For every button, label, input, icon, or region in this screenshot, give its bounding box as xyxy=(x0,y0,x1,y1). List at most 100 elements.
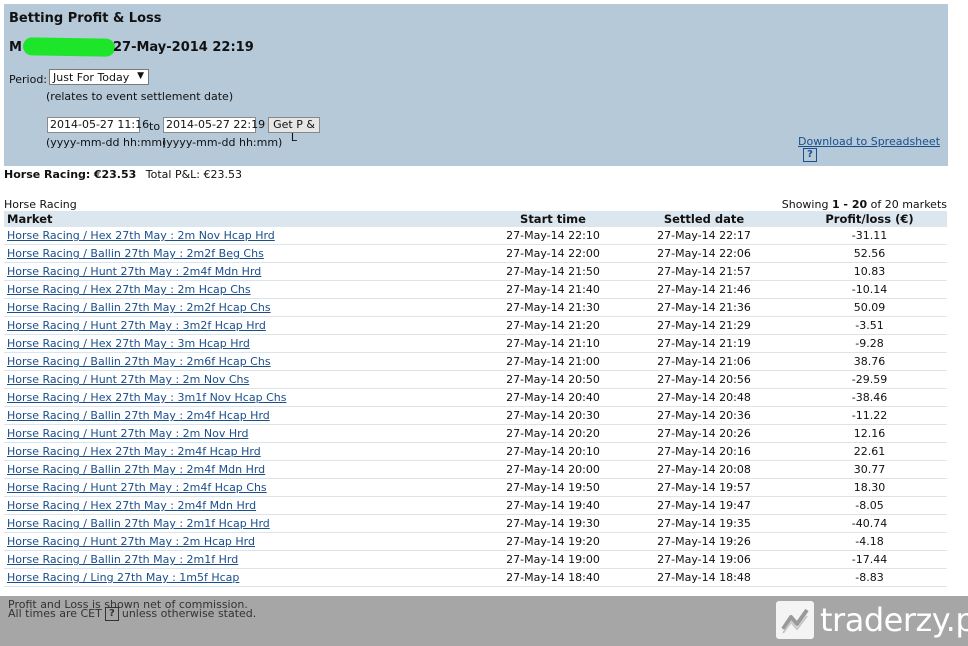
market-link[interactable]: Horse Racing / Hex 27th May : 2m Nov Hca… xyxy=(7,229,275,242)
market-link[interactable]: Horse Racing / Ballin 27th May : 2m2f Be… xyxy=(7,247,264,260)
market-cell: Horse Racing / Ballin 27th May : 2m4f Hc… xyxy=(4,406,490,425)
start-time-cell: 27-May-14 20:10 xyxy=(490,442,616,461)
profit-loss-cell: 30.77 xyxy=(792,460,947,479)
table-row: Horse Racing / Hex 27th May : 3m Hcap Hr… xyxy=(4,334,947,353)
profit-loss-cell: -10.14 xyxy=(792,280,947,299)
start-time-cell: 27-May-14 21:20 xyxy=(490,316,616,335)
profit-loss-cell: 10.83 xyxy=(792,262,947,281)
market-cell: Horse Racing / Hex 27th May : 2m Nov Hca… xyxy=(4,227,490,245)
table-row: Horse Racing / Hunt 27th May : 2m Nov Hr… xyxy=(4,424,947,443)
table-row: Horse Racing / Ballin 27th May : 2m4f Md… xyxy=(4,460,947,479)
market-cell: Horse Racing / Hunt 27th May : 2m Nov Ch… xyxy=(4,370,490,389)
column-header-market: Market xyxy=(4,211,490,227)
market-cell: Horse Racing / Ballin 27th May : 2m6f Hc… xyxy=(4,352,490,371)
pl-header-panel: Betting Profit & Loss M 27-May-2014 22:1… xyxy=(4,4,948,166)
table-row: Horse Racing / Ballin 27th May : 2m2f Be… xyxy=(4,244,947,263)
section-title: Horse Racing xyxy=(4,198,77,211)
help-icon[interactable]: ? xyxy=(803,148,817,162)
date-from-input[interactable]: 2014-05-27 11:16 xyxy=(47,117,149,133)
market-cell: Horse Racing / Ballin 27th May : 2m1f Hc… xyxy=(4,514,490,533)
market-link[interactable]: Horse Racing / Hex 27th May : 2m4f Mdn H… xyxy=(7,499,256,512)
sport-pl-label: Horse Racing: xyxy=(4,168,91,181)
market-link[interactable]: Horse Racing / Ballin 27th May : 2m4f Hc… xyxy=(7,409,270,422)
table-row: Horse Racing / Ling 27th May : 1m5f Hcap… xyxy=(4,568,947,587)
profit-loss-cell: 12.16 xyxy=(792,424,947,443)
market-cell: Horse Racing / Hunt 27th May : 2m4f Mdn … xyxy=(4,262,490,281)
start-time-cell: 27-May-14 21:30 xyxy=(490,298,616,317)
account-timestamp: 27-May-2014 22:19 xyxy=(113,40,254,55)
timezone-note: All times are CET? unless otherwise state… xyxy=(8,607,256,621)
column-header-settled-date: Settled date xyxy=(616,211,792,227)
table-row: Horse Racing / Hunt 27th May : 2m4f Hcap… xyxy=(4,478,947,497)
settled-date-cell: 27-May-14 21:36 xyxy=(616,298,792,317)
market-link[interactable]: Horse Racing / Hunt 27th May : 2m4f Hcap… xyxy=(7,481,267,494)
market-cell: Horse Racing / Hex 27th May : 2m4f Mdn H… xyxy=(4,496,490,515)
start-time-cell: 27-May-14 20:40 xyxy=(490,388,616,407)
market-link[interactable]: Horse Racing / Hunt 27th May : 2m4f Mdn … xyxy=(7,265,261,278)
profit-loss-cell: 50.09 xyxy=(792,298,947,317)
table-row: Horse Racing / Ballin 27th May : 2m2f Hc… xyxy=(4,298,947,317)
start-time-cell: 27-May-14 19:20 xyxy=(490,532,616,551)
market-link[interactable]: Horse Racing / Ballin 27th May : 2m2f Hc… xyxy=(7,301,271,314)
market-cell: Horse Racing / Ballin 27th May : 2m2f Be… xyxy=(4,244,490,263)
market-cell: Horse Racing / Hunt 27th May : 2m Hcap H… xyxy=(4,532,490,551)
market-link[interactable]: Horse Racing / Hex 27th May : 2m4f Hcap … xyxy=(7,445,261,458)
period-select[interactable]: Just For Today ▼ xyxy=(49,69,149,85)
start-time-cell: 27-May-14 21:00 xyxy=(490,352,616,371)
start-time-cell: 27-May-14 20:30 xyxy=(490,406,616,425)
market-cell: Horse Racing / Ballin 27th May : 2m4f Md… xyxy=(4,460,490,479)
download-spreadsheet-label: Download to Spreadsheet xyxy=(798,135,941,148)
market-link[interactable]: Horse Racing / Ballin 27th May : 2m4f Md… xyxy=(7,463,265,476)
showing-suffix: of 20 markets xyxy=(870,198,947,211)
profit-loss-cell: -8.05 xyxy=(792,496,947,515)
markets-table: Market Start time Settled date Profit/lo… xyxy=(4,211,947,587)
market-link[interactable]: Horse Racing / Ballin 27th May : 2m1f Hr… xyxy=(7,553,238,566)
download-spreadsheet-link[interactable]: Download to Spreadsheet? xyxy=(798,135,948,162)
start-time-cell: 27-May-14 19:00 xyxy=(490,550,616,569)
profit-loss-cell: 52.56 xyxy=(792,244,947,263)
settled-date-cell: 27-May-14 21:19 xyxy=(616,334,792,353)
start-time-cell: 27-May-14 21:50 xyxy=(490,262,616,281)
timezone-help-icon[interactable]: ? xyxy=(104,607,119,621)
market-link[interactable]: Horse Racing / Hunt 27th May : 3m2f Hcap… xyxy=(7,319,266,332)
start-time-cell: 27-May-14 20:00 xyxy=(490,460,616,479)
date-format-hint-from: (yyyy-mm-dd hh:mm) xyxy=(46,136,167,149)
account-line: M 27-May-2014 22:19 xyxy=(9,37,254,57)
showing-count: Showing 1 - 20 of 20 markets xyxy=(782,198,947,211)
market-link[interactable]: Horse Racing / Hex 27th May : 2m Hcap Ch… xyxy=(7,283,251,296)
market-cell: Horse Racing / Ballin 27th May : 2m2f Hc… xyxy=(4,298,490,317)
get-pl-button[interactable]: Get P & L xyxy=(268,117,320,144)
market-link[interactable]: Horse Racing / Ling 27th May : 1m5f Hcap xyxy=(7,571,239,584)
start-time-cell: 27-May-14 19:50 xyxy=(490,478,616,497)
dropdown-arrow-icon: ▼ xyxy=(137,71,144,81)
start-time-cell: 27-May-14 18:40 xyxy=(490,568,616,587)
table-row: Horse Racing / Ballin 27th May : 2m1f Hc… xyxy=(4,514,947,533)
market-cell: Horse Racing / Hex 27th May : 2m Hcap Ch… xyxy=(4,280,490,299)
market-cell: Horse Racing / Ballin 27th May : 2m1f Hr… xyxy=(4,550,490,569)
market-link[interactable]: Horse Racing / Hex 27th May : 3m Hcap Hr… xyxy=(7,337,250,350)
start-time-cell: 27-May-14 21:40 xyxy=(490,280,616,299)
profit-loss-cell: 22.61 xyxy=(792,442,947,461)
settled-date-cell: 27-May-14 19:57 xyxy=(616,478,792,497)
settled-date-cell: 27-May-14 20:08 xyxy=(616,460,792,479)
settled-date-cell: 27-May-14 20:56 xyxy=(616,370,792,389)
date-to-input[interactable]: 2014-05-27 22:19 xyxy=(163,117,265,133)
market-link[interactable]: Horse Racing / Hunt 27th May : 2m Nov Ch… xyxy=(7,373,249,386)
profit-loss-cell: -17.44 xyxy=(792,550,947,569)
market-link[interactable]: Horse Racing / Hex 27th May : 3m1f Nov H… xyxy=(7,391,286,404)
settled-date-cell: 27-May-14 21:06 xyxy=(616,352,792,371)
pl-summary: Horse Racing: €23.53 Total P&L: €23.53 xyxy=(4,168,242,181)
market-cell: Horse Racing / Hunt 27th May : 2m Nov Hr… xyxy=(4,424,490,443)
total-pl-amount: €23.53 xyxy=(203,168,243,181)
profit-loss-cell: -11.22 xyxy=(792,406,947,425)
market-link[interactable]: Horse Racing / Hunt 27th May : 2m Hcap H… xyxy=(7,535,255,548)
date-format-hint-to: (yyyy-mm-dd hh:mm) xyxy=(162,136,283,149)
market-link[interactable]: Horse Racing / Hunt 27th May : 2m Nov Hr… xyxy=(7,427,248,440)
redaction-mark xyxy=(22,37,116,57)
settled-date-cell: 27-May-14 19:47 xyxy=(616,496,792,515)
page-title: Betting Profit & Loss xyxy=(9,11,162,26)
market-link[interactable]: Horse Racing / Ballin 27th May : 2m1f Hc… xyxy=(7,517,270,530)
settled-date-cell: 27-May-14 19:26 xyxy=(616,532,792,551)
market-link[interactable]: Horse Racing / Ballin 27th May : 2m6f Hc… xyxy=(7,355,271,368)
profit-loss-cell: -38.46 xyxy=(792,388,947,407)
